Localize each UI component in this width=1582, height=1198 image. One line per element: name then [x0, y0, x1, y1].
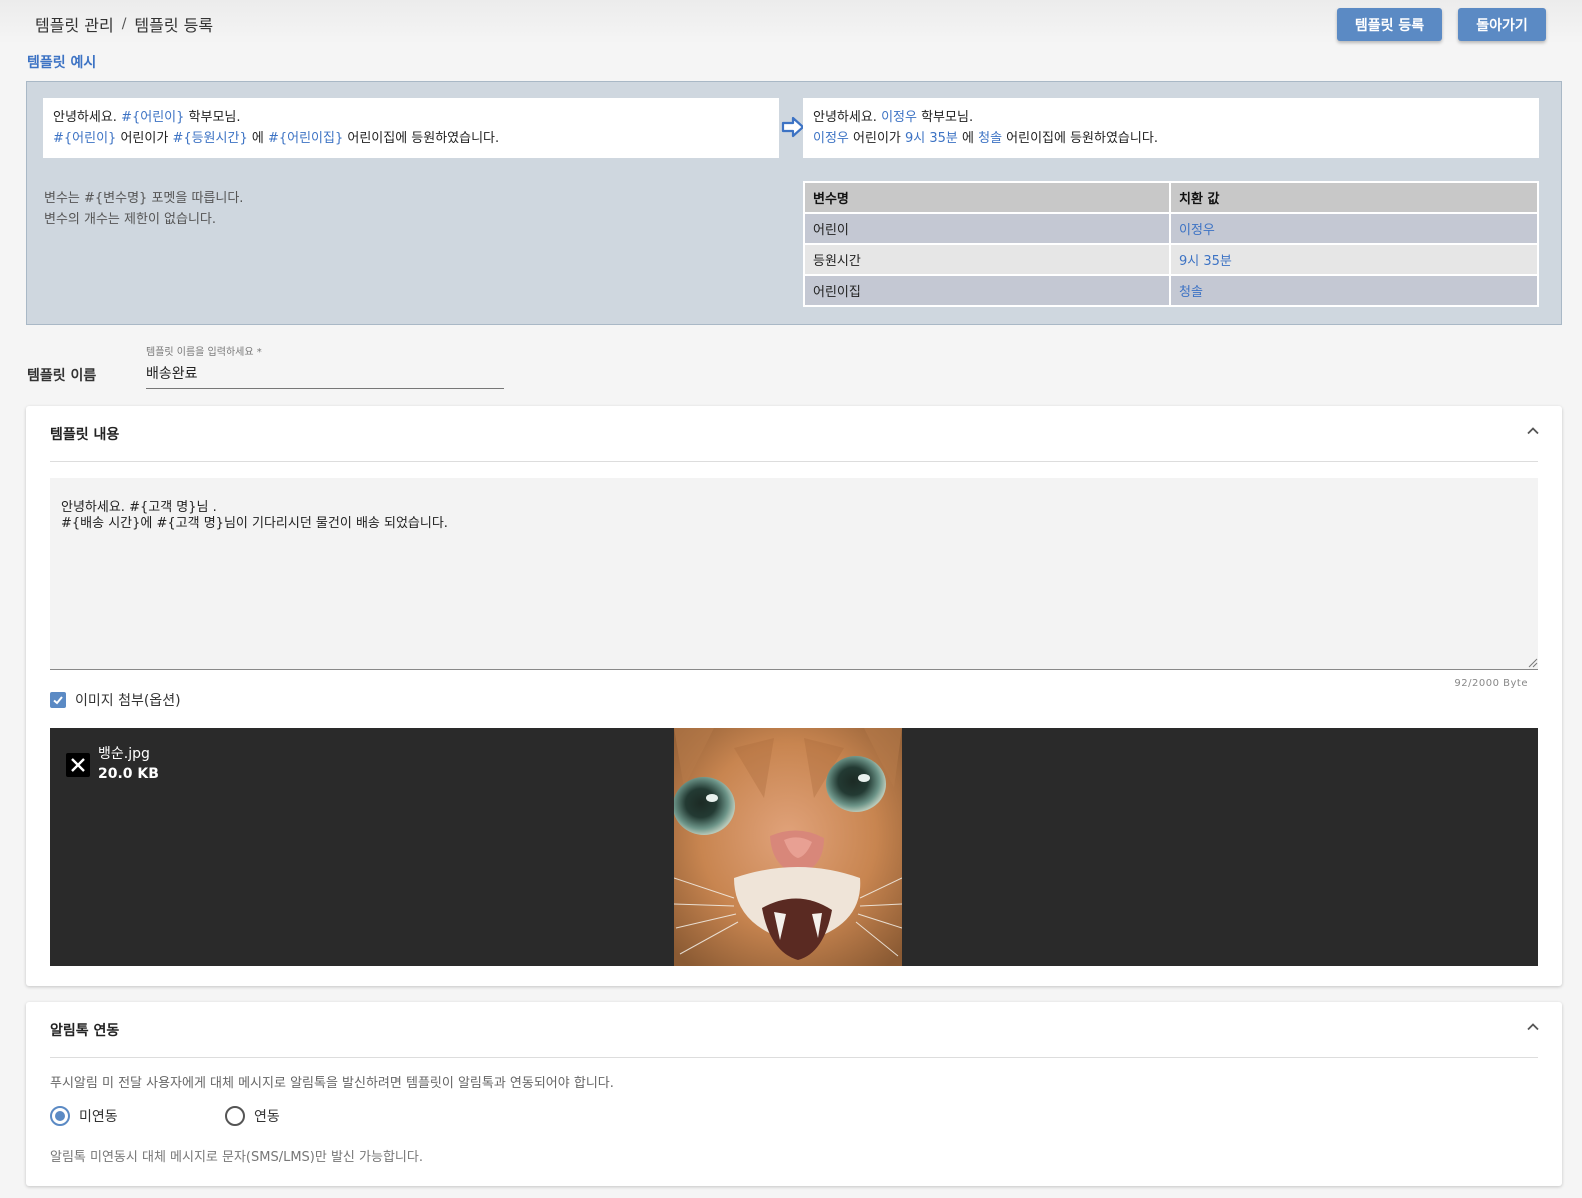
note-line: 변수는 #{변수명} 포멧을 따릅니다.	[44, 191, 244, 206]
content-card-title: 템플릿 내용	[50, 427, 120, 443]
resize-handle-icon[interactable]	[1528, 658, 1538, 668]
text-segment: 어린이가	[116, 131, 173, 146]
substituted-value: 이정우	[881, 110, 917, 125]
template-content-card: 템플릿 내용 안녕하세요. #{고객 명}님 . #{배송 시간}에 #{고객 …	[26, 406, 1562, 986]
variable-token: #{어린이집}	[267, 131, 344, 146]
text-segment: 어린이집에 등원하였습니다.	[343, 131, 500, 146]
chevron-up-icon[interactable]	[1526, 1020, 1540, 1034]
variable-token: #{등원시간}	[172, 131, 248, 146]
image-attach-label: 이미지 첨부(옵션)	[75, 693, 181, 709]
template-line-1: 안녕하세요. #{어린이} 학부모님.	[53, 107, 769, 128]
note-line: 변수의 개수는 제한이 없습니다.	[44, 212, 217, 227]
close-icon	[71, 758, 85, 772]
text-segment: 어린이가	[848, 131, 905, 146]
template-line-2: #{어린이} 어린이가 #{등원시간} 에 #{어린이집} 어린이집에 등원하였…	[53, 128, 769, 149]
variable-table: 변수명 치환 값 어린이 이정우 등원시간 9시 35분 어린이집 청솔	[803, 181, 1539, 307]
result-example-message: 안녕하세요. 이정우 학부모님. 이정우 어린이가 9시 35분 에 청솔 어린…	[803, 98, 1539, 158]
template-name-label: 템플릿 이름	[27, 368, 97, 384]
alimtalk-description: 푸시알림 미 전달 사용자에게 대체 메시지로 알림톡을 발신하려면 템플릿이 …	[50, 1076, 614, 1091]
file-size: 20.0 KB	[98, 766, 159, 782]
radio-button[interactable]	[225, 1106, 245, 1126]
breadcrumb-separator: /	[121, 16, 127, 32]
image-attach-checkbox-row[interactable]: 이미지 첨부(옵션)	[50, 690, 181, 710]
substituted-value: 이정우	[813, 131, 849, 146]
cat-photo	[674, 728, 902, 966]
register-template-button[interactable]: 템플릿 등록	[1337, 8, 1442, 41]
variable-notes: 변수는 #{변수명} 포멧을 따릅니다. 변수의 개수는 제한이 없습니다.	[44, 188, 243, 230]
file-info: 뱅순.jpg 20.0 KB	[98, 744, 159, 784]
table-row: 어린이집 청솔	[805, 276, 1537, 305]
breadcrumb: 템플릿 관리 / 템플릿 등록	[35, 12, 213, 36]
template-name-field[interactable]: 템플릿 이름을 입력하세요 * 배송완료	[146, 343, 504, 389]
template-name-input[interactable]: 배송완료	[146, 363, 504, 389]
table-cell-value: 이정우	[1171, 214, 1537, 243]
breadcrumb-parent[interactable]: 템플릿 관리	[35, 12, 114, 36]
table-cell-value: 청솔	[1171, 276, 1537, 305]
radio-linked[interactable]: 연동	[225, 1106, 400, 1126]
result-line-2: 이정우 어린이가 9시 35분 에 청솔 어린이집에 등원하였습니다.	[813, 128, 1529, 149]
template-content-textarea[interactable]: 안녕하세요. #{고객 명}님 . #{배송 시간}에 #{고객 명}님이 기다…	[50, 478, 1538, 670]
divider	[50, 1057, 1538, 1058]
text-segment: 안녕하세요.	[813, 110, 882, 125]
text-segment: 에	[957, 131, 979, 146]
text-segment: 어린이집에 등원하였습니다.	[1002, 131, 1158, 146]
substituted-value: 9시 35분	[905, 131, 958, 146]
alimtalk-card: 알림톡 연동 푸시알림 미 전달 사용자에게 대체 메시지로 알림톡을 발신하려…	[26, 1002, 1562, 1186]
file-name: 뱅순.jpg	[98, 746, 150, 762]
alimtalk-radio-group: 미연동 연동	[50, 1106, 400, 1126]
breadcrumb-current: 템플릿 등록	[134, 16, 214, 35]
radio-label: 연동	[254, 1109, 280, 1125]
radio-unlinked[interactable]: 미연동	[50, 1106, 225, 1126]
text-segment: 안녕하세요.	[53, 110, 122, 125]
divider	[50, 461, 1538, 462]
example-title: 템플릿 예시	[27, 55, 97, 71]
template-example-message: 안녕하세요. #{어린이} 학부모님. #{어린이} 어린이가 #{등원시간} …	[43, 98, 779, 158]
top-bar: 템플릿 관리 / 템플릿 등록 템플릿 등록 돌아가기	[0, 0, 1582, 44]
alimtalk-note: 알림톡 미연동시 대체 메시지로 문자(SMS/LMS)만 발신 가능합니다.	[50, 1150, 423, 1165]
substituted-value: 청솔	[978, 131, 1003, 146]
table-header: 치환 값	[1171, 183, 1537, 212]
byte-counter: 92/2000 Byte	[1454, 678, 1528, 689]
text-segment: 학부모님.	[916, 110, 974, 125]
text-segment: 학부모님.	[184, 110, 241, 125]
template-name-placeholder: 템플릿 이름을 입력하세요 *	[146, 347, 262, 358]
remove-file-button[interactable]	[66, 753, 90, 777]
radio-label: 미연동	[79, 1109, 118, 1125]
result-line-1: 안녕하세요. 이정우 학부모님.	[813, 107, 1529, 128]
image-preview-panel: 뱅순.jpg 20.0 KB	[50, 728, 1538, 966]
table-cell-value: 9시 35분	[1171, 245, 1537, 274]
variable-token: #{어린이}	[53, 131, 117, 146]
table-cell-name: 어린이집	[805, 276, 1169, 305]
table-cell-name: 어린이	[805, 214, 1169, 243]
radio-button-selected[interactable]	[50, 1106, 70, 1126]
text-segment: 에	[247, 131, 268, 146]
table-row: 등원시간 9시 35분	[805, 245, 1537, 274]
variable-token: #{어린이}	[121, 110, 185, 125]
alimtalk-card-title: 알림톡 연동	[50, 1023, 120, 1039]
image-attach-checkbox[interactable]	[50, 692, 66, 708]
chevron-up-icon[interactable]	[1526, 424, 1540, 438]
table-cell-name: 등원시간	[805, 245, 1169, 274]
check-icon	[53, 696, 63, 705]
arrow-right-icon	[781, 116, 805, 138]
table-row: 어린이 이정우	[805, 214, 1537, 243]
example-panel: 안녕하세요. #{어린이} 학부모님. #{어린이} 어린이가 #{등원시간} …	[26, 81, 1562, 325]
back-button[interactable]: 돌아가기	[1458, 8, 1546, 41]
table-header: 변수명	[805, 183, 1169, 212]
